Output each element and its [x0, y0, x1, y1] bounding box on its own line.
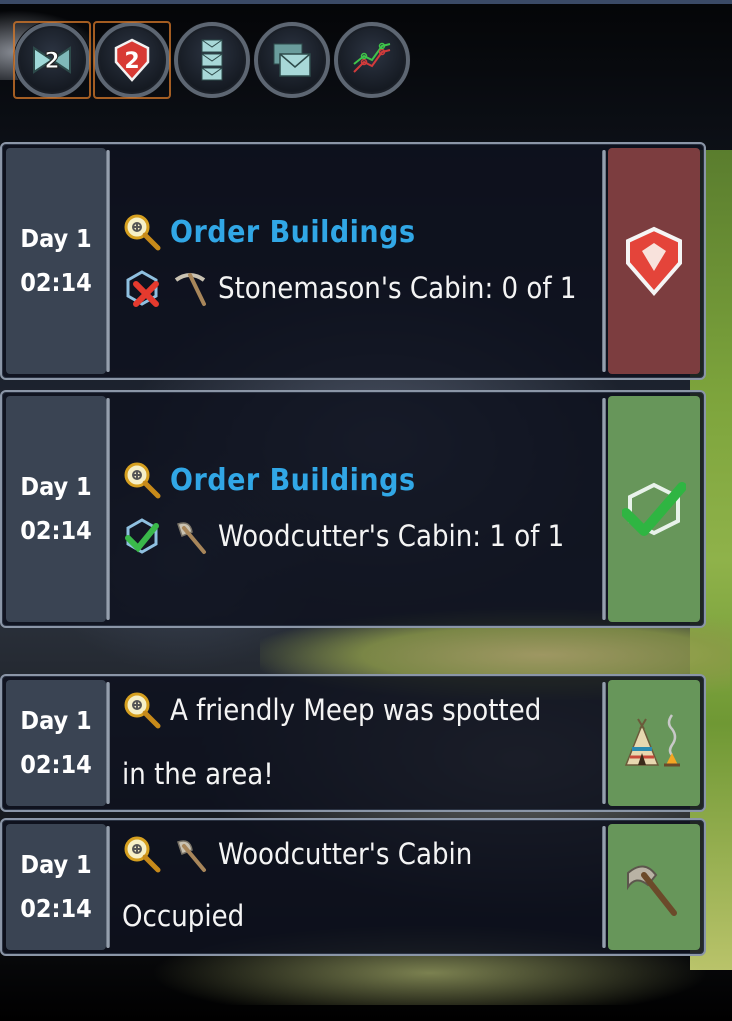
tepee-campfire-icon: [624, 714, 680, 767]
divider: [602, 826, 606, 948]
divider: [106, 682, 110, 804]
status-panel-completed: [608, 396, 700, 622]
message-time: 02:14: [20, 894, 92, 923]
axe-icon: [170, 516, 210, 556]
message-day: Day 1: [20, 706, 92, 735]
message-day: Day 1: [20, 472, 92, 501]
message-text-line2: Occupied: [122, 899, 245, 933]
message-time: 02:14: [20, 750, 92, 779]
axe-icon: [170, 834, 210, 874]
checkmark-icon: [622, 482, 686, 536]
message-text-line1: A friendly Meep was spotted: [170, 693, 542, 727]
mail-stack-icon: [201, 39, 223, 81]
status-panel-info: [608, 680, 700, 806]
axe-large-icon: [627, 865, 677, 916]
status-panel-info: [608, 824, 700, 950]
message-text-line2: in the area!: [122, 757, 274, 791]
divider: [106, 398, 110, 620]
message-title: Order Buildings: [170, 462, 416, 498]
mailbox-button[interactable]: [254, 22, 330, 98]
statistics-button[interactable]: [334, 22, 410, 98]
zoom-to-icon[interactable]: [122, 212, 162, 252]
message-title: Order Buildings: [170, 214, 416, 250]
message-detail: Woodcutter's Cabin: 1 of 1: [218, 519, 565, 553]
message-day: Day 1: [20, 850, 92, 879]
divider: [602, 682, 606, 804]
message-card[interactable]: Day 1 02:14 Order Buildings Stonemason's…: [0, 142, 706, 380]
message-timestamp: Day 1 02:14: [6, 680, 106, 806]
divider: [106, 150, 110, 372]
message-card[interactable]: Day 1 02:14 Woodcutter's Cabin Occupied: [0, 818, 706, 956]
divider: [602, 398, 606, 620]
swords-icon: 2: [33, 46, 71, 75]
message-timestamp: Day 1 02:14: [6, 396, 106, 622]
divider: [106, 826, 110, 948]
statistics-icon: [353, 42, 391, 73]
combat-button[interactable]: 2: [13, 21, 91, 99]
pickaxe-icon: [170, 268, 210, 308]
message-day: Day 1: [20, 224, 92, 253]
alerts-button[interactable]: 2: [93, 21, 171, 99]
message-time: 02:14: [20, 516, 92, 545]
zoom-to-icon[interactable]: [122, 460, 162, 500]
message-time: 02:14: [20, 268, 92, 297]
zoom-to-icon[interactable]: [122, 834, 162, 874]
completed-building-icon: [122, 516, 162, 556]
status-panel-failed: [608, 148, 700, 374]
combat-badge: 2: [44, 49, 59, 74]
message-timestamp: Day 1 02:14: [6, 148, 106, 374]
message-detail: Stonemason's Cabin: 0 of 1: [218, 271, 577, 305]
alert-marker-icon: [626, 226, 682, 297]
zoom-to-icon[interactable]: [122, 690, 162, 730]
messages-button[interactable]: [174, 22, 250, 98]
message-timestamp: Day 1 02:14: [6, 824, 106, 950]
divider: [602, 150, 606, 372]
message-card[interactable]: Day 1 02:14 A friendly Meep was spotted …: [0, 674, 706, 812]
top-icon-bar: 2 2: [13, 21, 410, 99]
mail-icon: [273, 43, 311, 77]
alert-icon: 2: [114, 38, 150, 82]
message-card[interactable]: Day 1 02:14 Order Buildings Woodcutter's…: [0, 390, 706, 628]
message-text-line1: Woodcutter's Cabin: [218, 837, 473, 871]
alerts-badge: 2: [124, 49, 139, 74]
failed-building-icon: [122, 268, 162, 308]
